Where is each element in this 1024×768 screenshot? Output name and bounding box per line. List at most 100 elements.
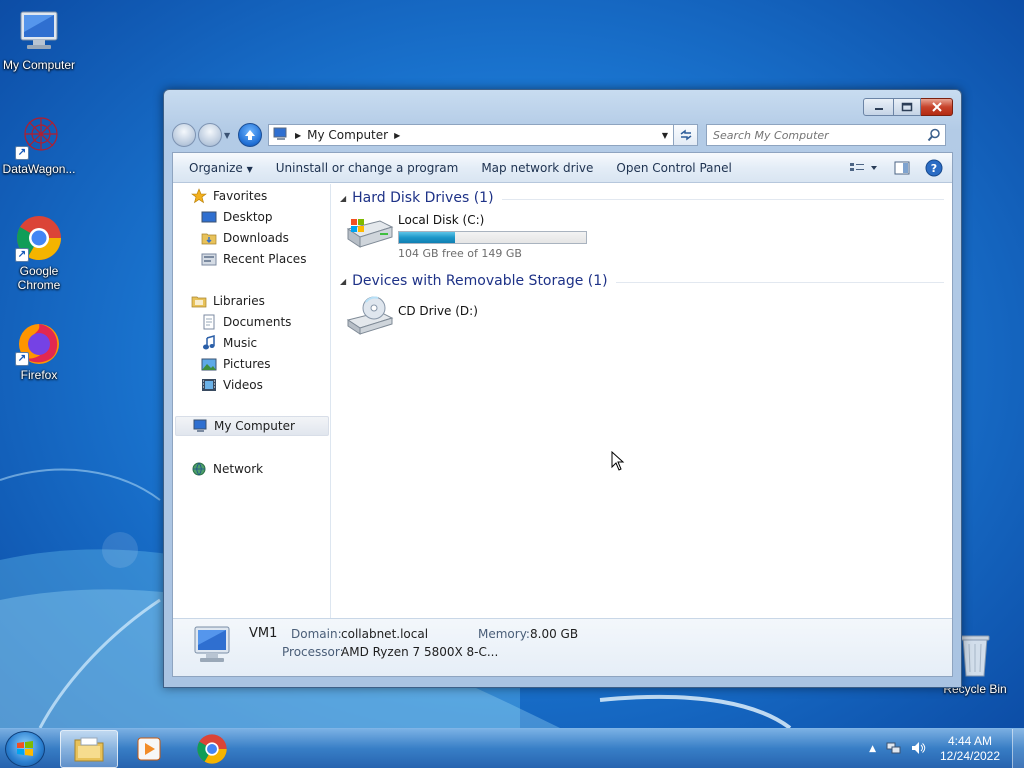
back-button[interactable] [172,123,196,147]
address-bar[interactable]: ▶ My Computer ▶ ▼ [268,124,674,146]
hard-drive-icon [344,211,394,251]
domain-label: Domain: [291,627,342,641]
nav-recent-places[interactable]: Recent Places [173,249,306,269]
memory-label: Memory: [478,627,530,641]
minimize-button[interactable] [863,98,894,116]
videos-icon [201,377,217,393]
search-icon[interactable] [927,128,941,142]
group-header-hard-disk-drives[interactable]: ◢ Hard Disk Drives (1) [340,188,944,208]
details-pane: VM1 Domain: collabnet.local Memory: 8.00… [173,618,952,676]
taskbar-explorer[interactable] [60,730,118,768]
downloads-folder-icon [201,230,217,246]
nav-documents[interactable]: Documents [173,312,291,332]
command-bar: Organize ▼ Uninstall or change a program… [173,153,952,183]
chrome-icon: ↗ [15,214,63,262]
drive-label: CD Drive (D:) [398,304,478,318]
taskbar-chrome[interactable] [183,730,241,768]
collapse-triangle-icon[interactable]: ◢ [340,194,346,203]
taskbar: ▲ 4:44 AM 12/24/2022 [0,728,1024,768]
nav-my-computer[interactable]: My Computer [175,416,329,436]
nav-network[interactable]: Network [173,459,263,479]
computer-name: VM1 [249,626,278,641]
desktop-icon-firefox[interactable]: ↗ Firefox [0,318,81,382]
preview-pane-icon [894,161,910,174]
up-arrow-icon [245,130,255,140]
explorer-window: ▼ ▶ My Computer ▶ ▼ Organize ▼ Uninstall… [163,89,962,688]
collapse-triangle-icon[interactable]: ◢ [340,277,346,286]
organize-button[interactable]: Organize ▼ [181,161,268,175]
breadcrumb-my-computer[interactable]: My Computer [307,128,388,142]
nav-music[interactable]: Music [173,333,257,353]
map-network-drive-button[interactable]: Map network drive [473,161,608,175]
drive-usage-bar [398,231,587,244]
drive-cd-d[interactable]: CD Drive (D:) [344,296,478,336]
search-input[interactable] [713,128,927,142]
desktop-icon-datawagon[interactable]: ↗ DataWagon... [0,112,81,176]
desktop-icon-chrome[interactable]: ↗ Google Chrome [0,214,81,292]
processor-label: Processor: [282,645,344,659]
volume-icon[interactable] [910,740,926,759]
minimize-icon [874,108,883,110]
documents-icon [201,314,217,330]
up-button[interactable] [238,123,262,147]
address-dropdown-icon[interactable]: ▼ [657,131,673,140]
preview-pane-button[interactable] [888,157,916,179]
system-tray: ▲ 4:44 AM 12/24/2022 [869,729,1024,768]
nav-downloads[interactable]: Downloads [173,228,289,248]
processor-value: AMD Ryzen 7 5800X 8-C... [341,645,499,659]
shortcut-arrow-icon: ↗ [15,352,29,366]
show-desktop-button[interactable] [1012,729,1024,768]
windows-logo-icon [17,741,33,756]
breadcrumb-separator-icon[interactable]: ▶ [295,131,301,140]
clock[interactable]: 4:44 AM 12/24/2022 [934,734,1006,764]
computer-large-icon [189,625,235,670]
nav-libraries[interactable]: Libraries [173,291,265,311]
music-icon [201,335,217,351]
start-button[interactable] [5,731,45,767]
chrome-icon [197,734,227,764]
breadcrumb-separator-icon[interactable]: ▶ [394,131,400,140]
close-button[interactable] [921,98,953,116]
shortcut-arrow-icon: ↗ [15,146,29,160]
uninstall-program-button[interactable]: Uninstall or change a program [268,161,474,175]
explorer-icon [74,737,104,762]
restore-button[interactable] [894,98,921,116]
drive-local-disk-c[interactable]: Local Disk (C:) 104 GB free of 149 GB [344,211,587,260]
recent-places-icon [201,251,217,267]
show-hidden-icons-button[interactable]: ▲ [869,744,876,754]
refresh-button[interactable] [674,124,698,146]
nav-videos[interactable]: Videos [173,375,263,395]
cd-drive-icon [344,296,394,336]
taskbar-media-player[interactable] [120,730,178,768]
search-box[interactable] [706,124,946,146]
nav-pictures[interactable]: Pictures [173,354,271,374]
drive-usage-fill [399,232,456,243]
navigation-pane: Favorites Desktop Downloads Recent Place… [173,184,331,618]
network-tray-icon[interactable] [886,740,902,759]
nav-desktop[interactable]: Desktop [173,207,273,227]
close-icon [931,102,942,112]
navigation-row: ▼ ▶ My Computer ▶ ▼ [172,122,953,148]
domain-value: collabnet.local [341,627,429,641]
forward-button[interactable] [198,123,222,147]
restore-icon [901,102,913,112]
libraries-icon [191,293,207,309]
open-control-panel-button[interactable]: Open Control Panel [608,161,746,175]
recent-pages-dropdown[interactable]: ▼ [224,131,234,140]
memory-value: 8.00 GB [530,627,579,641]
clock-date: 12/24/2022 [939,749,1001,763]
desktop-icon-my-computer[interactable]: My Computer [0,8,81,72]
datawagon-icon: ↗ [15,112,63,160]
computer-icon [15,8,63,56]
change-view-button[interactable] [844,157,884,179]
help-button[interactable]: ? [920,157,948,179]
view-options-icon [850,162,877,171]
pictures-icon [201,356,217,372]
drive-label: Local Disk (C:) [398,213,485,227]
group-header-removable-storage[interactable]: ◢ Devices with Removable Storage (1) [340,271,944,291]
chevron-down-icon: ▼ [246,164,253,174]
firefox-icon: ↗ [15,318,63,366]
drive-free-space: 104 GB free of 149 GB [398,247,522,260]
nav-favorites[interactable]: Favorites [173,186,267,206]
shortcut-arrow-icon: ↗ [15,248,29,262]
